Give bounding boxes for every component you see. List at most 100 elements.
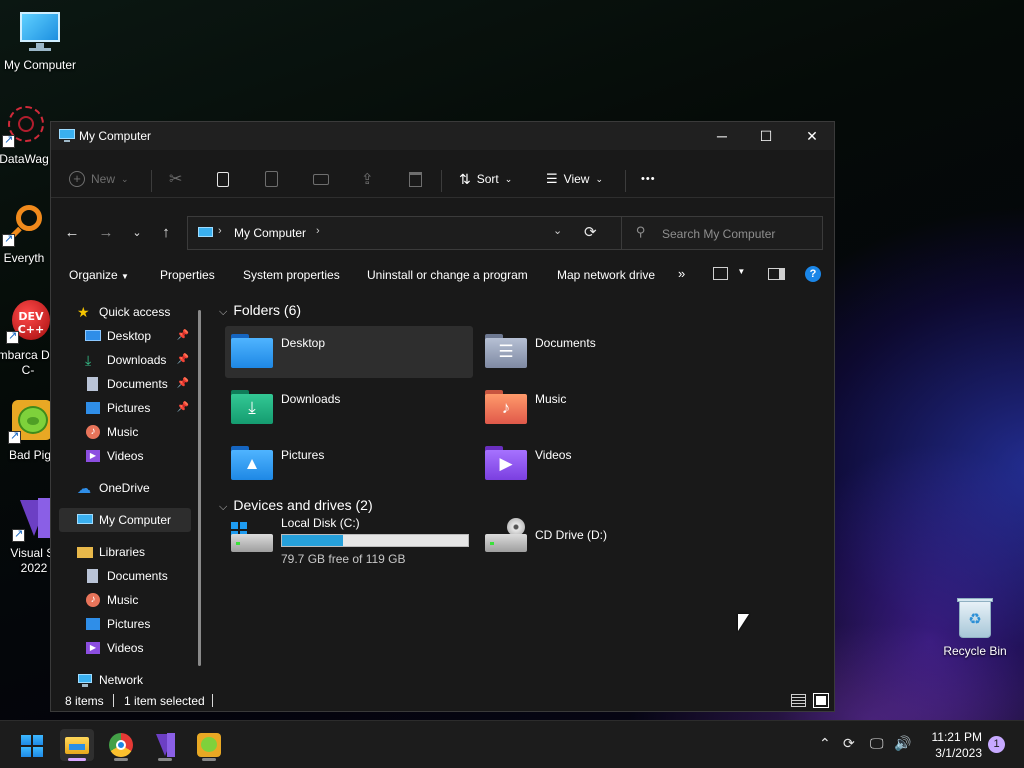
nav-quick-access[interactable]: ★ Quick access	[77, 300, 209, 324]
forward-button[interactable]: →	[93, 220, 119, 246]
sort-button[interactable]: ⇅ Sort ⌄	[459, 164, 512, 194]
shortcut-arrow-icon	[12, 527, 25, 542]
sync-status-icon[interactable]: ⟳	[843, 735, 855, 752]
address-bar[interactable]: › My Computer › ⌄ ⟳	[187, 216, 658, 250]
pin-icon[interactable]: 📌	[177, 378, 189, 389]
pin-icon[interactable]: 📌	[177, 354, 189, 365]
running-indicator	[158, 758, 172, 761]
desktop-icon-my-computer[interactable]: My Computer	[0, 10, 80, 73]
new-button[interactable]: + New ⌄	[69, 164, 129, 194]
downloads-folder-icon: ⤓	[231, 390, 273, 424]
navigation-scrollbar[interactable]	[198, 310, 201, 666]
pictures-icon	[85, 617, 101, 631]
title-bar[interactable]: My Computer ─ ☐ ✕	[51, 122, 834, 150]
preview-pane-button[interactable]	[768, 268, 785, 283]
folders-section-header[interactable]: ⌵ Folders (6)	[219, 302, 301, 319]
copy-button[interactable]	[217, 164, 229, 194]
chevron-down-icon: ⌄	[595, 173, 603, 184]
chevron-down-icon: ⌵	[219, 306, 228, 318]
folder-pictures[interactable]: ▲ Pictures	[225, 438, 473, 490]
taskbar-file-explorer[interactable]	[60, 729, 94, 761]
devices-section-header[interactable]: ⌵ Devices and drives (2)	[219, 497, 373, 514]
taskbar-chrome[interactable]	[104, 729, 138, 761]
nav-documents[interactable]: Documents 📌	[85, 372, 191, 396]
everything-search-icon	[2, 203, 46, 247]
pictures-folder-icon: ▲	[231, 446, 273, 480]
clock[interactable]: 11:21 PM 3/1/2023	[924, 729, 982, 761]
content-area: ⌵ Folders (6) Desktop ☰ Documents ⤓ Downl…	[211, 292, 831, 692]
nav-pictures[interactable]: Pictures 📌	[85, 396, 191, 420]
organize-menu[interactable]: Organize ▼	[69, 268, 129, 282]
search-box[interactable]: ⚲ Search My Computer	[621, 216, 823, 250]
status-bar: 8 items 1 item selected	[51, 690, 834, 712]
nav-downloads[interactable]: ⤓ Downloads 📌	[85, 348, 191, 372]
pin-icon[interactable]: 📌	[177, 402, 189, 413]
nav-onedrive[interactable]: ☁ OneDrive	[77, 476, 209, 500]
folder-desktop[interactable]: Desktop	[225, 326, 473, 378]
refresh-icon[interactable]: ⟳	[584, 223, 597, 241]
folder-label: Pictures	[281, 448, 325, 462]
folder-music[interactable]: ♪ Music	[479, 382, 727, 434]
drive-local-disk-c[interactable]: Local Disk (C:) 79.7 GB free of 119 GB	[225, 516, 473, 578]
chrome-icon	[116, 740, 126, 750]
help-button[interactable]: ?	[805, 266, 821, 282]
map-network-drive-button[interactable]: Map network drive	[557, 268, 655, 282]
up-button[interactable]: ↑	[153, 220, 179, 246]
view-label: View	[563, 172, 590, 186]
scissors-icon: ✂	[169, 171, 183, 188]
search-input[interactable]: Search My Computer	[662, 227, 775, 241]
folder-label: Documents	[535, 336, 596, 350]
dropdown-triangle-icon: ▼	[121, 272, 129, 281]
computer-icon	[77, 513, 93, 527]
more-options-button[interactable]: •••	[641, 164, 656, 194]
shortcut-arrow-icon	[8, 429, 21, 444]
details-view-button[interactable]	[791, 694, 806, 707]
large-icons-view-button[interactable]	[813, 693, 829, 708]
mouse-cursor-icon	[738, 614, 749, 631]
network-icon	[77, 673, 93, 687]
cut-button[interactable]: ✂	[169, 164, 182, 194]
view-button[interactable]: ☰ View ⌄	[546, 164, 603, 194]
maximize-button[interactable]: ☐	[743, 122, 789, 150]
toolbar-divider	[625, 170, 626, 192]
rename-button[interactable]	[313, 164, 329, 194]
music-icon: ♪	[85, 593, 101, 607]
folder-downloads[interactable]: ⤓ Downloads	[225, 382, 473, 434]
share-button[interactable]: ⇪	[361, 164, 374, 194]
paste-button[interactable]	[265, 164, 278, 194]
network-icon[interactable]: 🖵	[870, 735, 884, 752]
system-properties-button[interactable]: System properties	[243, 268, 340, 282]
nav-my-computer[interactable]: My Computer	[59, 508, 191, 532]
recent-locations-button[interactable]: ⌄	[124, 220, 150, 246]
nav-libraries[interactable]: Libraries	[77, 540, 209, 564]
drive-cd-d[interactable]: CD Drive (D:)	[479, 518, 727, 578]
file-explorer-window[interactable]: My Computer ─ ☐ ✕ + New ⌄ ✂ ⇪ ⇅ Sort ⌄ ☰…	[50, 121, 835, 712]
desktop-icon-recycle-bin[interactable]: ♻ Recycle Bin	[935, 596, 1015, 659]
back-button[interactable]: ←	[59, 220, 85, 246]
taskbar-visual-studio[interactable]	[148, 729, 182, 761]
nav-label: Quick access	[99, 305, 171, 319]
nav-desktop[interactable]: Desktop 📌	[85, 324, 191, 348]
more-commands-button[interactable]: »	[678, 266, 685, 281]
uninstall-program-button[interactable]: Uninstall or change a program	[367, 268, 528, 282]
desktop-folder-icon	[231, 334, 273, 368]
show-hidden-icons-button[interactable]: ⌃	[819, 735, 831, 752]
minimize-button[interactable]: ─	[699, 122, 745, 150]
delete-button[interactable]	[409, 164, 422, 194]
recycle-bin-icon: ♻	[953, 596, 997, 640]
videos-icon: ▶	[85, 449, 101, 463]
taskbar-bad-piggies[interactable]	[192, 729, 226, 761]
volume-icon[interactable]: 🔊	[894, 735, 911, 752]
pictures-icon	[85, 401, 101, 415]
change-view-button[interactable]: ▼	[713, 267, 745, 283]
properties-button[interactable]: Properties	[160, 268, 215, 282]
start-button[interactable]	[15, 729, 49, 761]
nav-network[interactable]: Network	[77, 668, 209, 692]
folder-videos[interactable]: ▶ Videos	[479, 438, 727, 490]
folder-documents[interactable]: ☰ Documents	[479, 326, 727, 378]
close-button[interactable]: ✕	[789, 122, 835, 150]
pin-icon[interactable]: 📌	[177, 330, 189, 341]
notification-badge[interactable]: 1	[988, 736, 1005, 753]
address-history-dropdown[interactable]: ⌄	[553, 224, 562, 237]
breadcrumb-my-computer[interactable]: My Computer	[234, 226, 306, 240]
